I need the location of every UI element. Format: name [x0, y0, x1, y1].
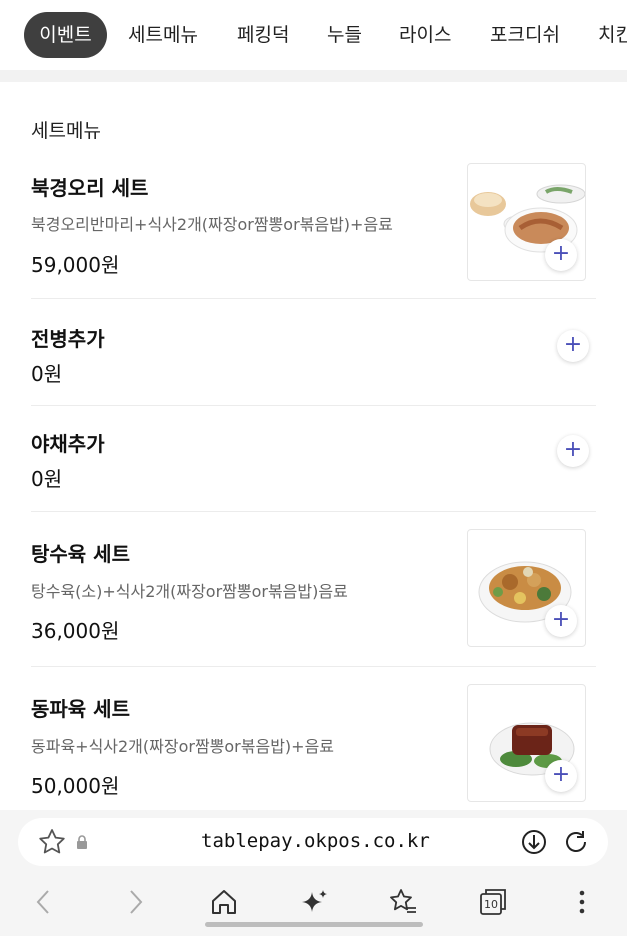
more-icon[interactable] — [566, 886, 598, 918]
tab-peking-duck[interactable]: 페킹덕 — [237, 12, 289, 58]
divider — [31, 511, 596, 512]
forward-icon[interactable] — [119, 886, 151, 918]
tab-count: 10 — [484, 898, 498, 911]
home-indicator — [205, 922, 423, 927]
divider — [31, 405, 596, 406]
item-name: 전병추가 — [31, 327, 105, 351]
tab-rice[interactable]: 라이스 — [399, 12, 451, 58]
add-item-button[interactable]: + — [557, 435, 589, 467]
tab-noodle[interactable]: 누들 — [327, 12, 362, 58]
add-item-button[interactable]: + — [545, 760, 577, 792]
item-name: 탕수육 세트 — [31, 542, 130, 566]
item-price: 0원 — [31, 467, 63, 491]
home-icon[interactable] — [208, 886, 240, 918]
item-name: 동파육 세트 — [31, 697, 130, 721]
item-name: 야채추가 — [31, 432, 105, 456]
item-name: 북경오리 세트 — [31, 176, 149, 200]
item-description: 북경오리반마리+식사2개(짜장or짬뽕or볶음밥)+음료 — [31, 215, 393, 234]
item-price: 59,000원 — [31, 253, 120, 277]
tab-pork-dish[interactable]: 포크디쉬 — [490, 12, 560, 58]
divider — [31, 666, 596, 667]
tab-set-menu[interactable]: 세트메뉴 — [128, 12, 198, 58]
item-description: 동파육+식사2개(짜장or짬뽕or볶음밥)+음료 — [31, 737, 335, 756]
divider — [31, 298, 596, 299]
address-bar[interactable]: tablepay.okpos.co.kr — [18, 818, 608, 866]
section-title: 세트메뉴 — [31, 120, 101, 142]
add-item-button[interactable]: + — [545, 239, 577, 271]
add-item-button[interactable]: + — [545, 605, 577, 637]
browser-url-area: tablepay.okpos.co.kr — [0, 810, 627, 872]
url-text[interactable]: tablepay.okpos.co.kr — [201, 830, 430, 852]
category-tabs: 이벤트 세트메뉴 페킹덕 누들 라이스 포크디쉬 치킨 — [0, 0, 627, 70]
sparkle-icon[interactable] — [298, 886, 330, 918]
tab-event[interactable]: 이벤트 — [24, 12, 107, 58]
tabs-button[interactable]: 10 — [477, 886, 509, 918]
add-item-button[interactable]: + — [557, 330, 589, 362]
star-icon[interactable] — [36, 826, 68, 858]
download-icon[interactable] — [518, 826, 550, 858]
item-price: 36,000원 — [31, 619, 120, 643]
bookmarks-icon[interactable] — [387, 886, 419, 918]
reload-icon[interactable] — [560, 826, 592, 858]
lock-icon — [77, 835, 87, 849]
tab-chicken[interactable]: 치킨 — [598, 12, 627, 58]
item-price: 50,000원 — [31, 774, 120, 798]
item-price: 0원 — [31, 362, 63, 386]
back-icon[interactable] — [28, 886, 60, 918]
section-separator — [0, 70, 627, 82]
item-description: 탕수육(소)+식사2개(짜장or짬뽕or볶음밥)음료 — [31, 582, 348, 601]
